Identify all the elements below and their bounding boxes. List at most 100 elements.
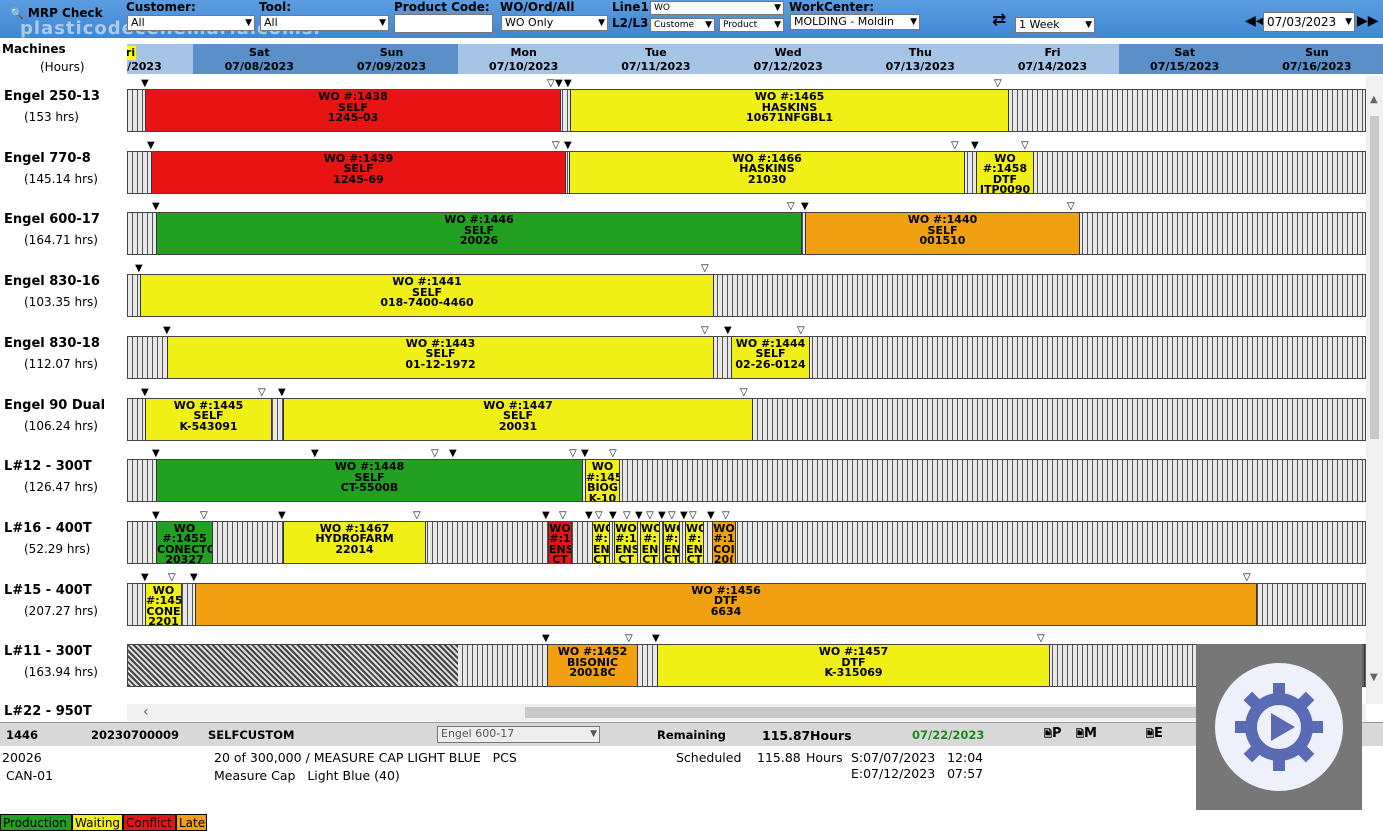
day-date: 07/15/2023: [1150, 60, 1220, 73]
work-order-text: 001510: [919, 234, 966, 248]
scroll-left-icon[interactable]: ‹: [143, 704, 149, 720]
range-select[interactable]: 1 Week ▼: [1015, 17, 1095, 33]
work-order-bar[interactable]: WO #:145 BIOG K-10: [585, 460, 620, 502]
start-marker-icon: ▼: [585, 509, 593, 521]
work-order-text: 20026: [459, 234, 499, 248]
day-date: 07/13/2023: [885, 60, 955, 73]
l3-select[interactable]: Product ▼: [719, 18, 784, 32]
workcenter-select[interactable]: MOLDING - Moldin ▼: [790, 14, 920, 30]
machine-hours: (126.47 hrs): [24, 480, 98, 495]
customer-select[interactable]: All ▼: [127, 15, 255, 31]
workcenter-label: WorkCenter:: [789, 0, 875, 14]
machine-timeline[interactable]: WO #:1452 BISONIC 20018C WO #:1457 DTF K-3150…: [127, 644, 1367, 688]
work-order-bar[interactable]: WO #:1452 BISONIC 20018C: [547, 645, 638, 687]
line1-label: Line1: [612, 0, 649, 14]
work-order-bar[interactable]: WO #:1447 SELF 20031: [283, 398, 753, 440]
detail-info: 20026 20 of 300,000 / MEASURE CAP LIGHT …: [0, 747, 1383, 813]
chevron-down-icon: ▼: [774, 3, 781, 13]
date-select[interactable]: 07/03/2023 ▼: [1263, 12, 1355, 32]
machine-hours: (164.71 hrs): [24, 233, 98, 248]
scroll-down-icon[interactable]: ▼: [1370, 672, 1378, 683]
work-order-bar[interactable]: WO #:1438 SELF 1245-03: [145, 90, 561, 131]
line1-select[interactable]: WO ▼: [650, 1, 784, 15]
end-marker-icon: ▽: [1243, 571, 1251, 583]
work-order-bar[interactable]: WO#:ENCT: [640, 521, 660, 563]
vertical-scrollbar[interactable]: ▲ ▼: [1366, 76, 1383, 704]
start-marker-icon: ▼: [555, 78, 563, 89]
work-order-text: 20(: [713, 553, 735, 563]
print-m-button[interactable]: 🗎M: [1076, 726, 1097, 744]
end-marker-icon: ▽: [797, 324, 805, 336]
end-marker-icon: ▽: [623, 509, 631, 521]
machine-timeline[interactable]: WO #:1443 SELF 01-12-1972 WO #:1444 SELF 02-2…: [127, 335, 1366, 379]
work-order-text: CT: [642, 553, 658, 563]
work-order-bar[interactable]: WO #:1466 HASKINS 21030: [569, 151, 965, 193]
machine-timeline[interactable]: WO #:1445 SELF K-543091 WO #:1447 SELF 20031: [127, 397, 1366, 441]
machine-timeline[interactable]: WO #:1441 SELF 018-7400-4460: [127, 274, 1366, 318]
work-order-bar[interactable]: WO #:145 CONE 2201: [145, 583, 182, 625]
machine-hours: (103.35 hrs): [24, 295, 98, 310]
start-marker-icon: ▼: [581, 448, 589, 460]
work-order-bar[interactable]: WO #:1440 SELF 001510: [805, 213, 1080, 255]
end-marker-icon: ▽: [951, 139, 959, 151]
work-order-text: 20031: [498, 419, 538, 433]
work-order-bar[interactable]: WO#:ENCT: [663, 521, 680, 563]
work-order-bar[interactable]: WO #:1439 SELF 1245-69: [151, 151, 566, 193]
work-order-bar[interactable]: WO #:1458 DTF ITP0090: [976, 151, 1034, 193]
work-order-bar[interactable]: WO #:1456 DTF 6634: [195, 583, 1257, 625]
wo-select[interactable]: WO Only ▼: [501, 15, 608, 31]
work-order-bar[interactable]: WO #:1465 HASKINS 10671NFGBL1: [570, 90, 1009, 131]
work-order-bar[interactable]: WO#:ENCT: [592, 521, 610, 563]
remaining-value: 115.87: [762, 728, 811, 743]
day-date: 07/16/2023: [1282, 60, 1352, 73]
customer-label: Customer:: [126, 0, 196, 14]
machine-timeline[interactable]: WO #:1438 SELF 1245-03 WO #:1465 HASKINS 1067…: [127, 89, 1366, 132]
day-date: 07/08/2023: [224, 60, 294, 73]
machine-timeline[interactable]: WO #:145 CONE 2201 WO #:1456 DTF 6634: [127, 582, 1366, 626]
work-order-bar[interactable]: WO #:1 ENS CT: [614, 521, 638, 563]
l2-select[interactable]: Custome ▼: [650, 18, 715, 32]
chevron-down-icon: ▼: [1345, 17, 1352, 27]
work-order-bar[interactable]: WO#:ENCT: [685, 521, 704, 563]
day-header: Fri07/07/2023: [127, 44, 194, 74]
work-order-bar[interactable]: WO #:1443 SELF 01-12-1972: [167, 336, 714, 378]
next-week-icon[interactable]: ▶▶: [1357, 13, 1379, 29]
scroll-up-icon[interactable]: ▲: [1370, 94, 1378, 105]
work-order-bar[interactable]: WO #:1448 SELF CT-5500B: [156, 460, 583, 502]
work-order-bar[interactable]: WO #:1457 DTF K-315069: [657, 645, 1050, 687]
machine-timeline[interactable]: WO #:1446 SELF 20026 WO #:1440 SELF 001510: [127, 212, 1366, 256]
play-button[interactable]: [1215, 663, 1343, 791]
print-p-button[interactable]: 🗎P: [1044, 726, 1062, 744]
work-order-bar[interactable]: WO #:1446 SELF 20026: [156, 213, 802, 255]
work-order-bar[interactable]: WO #:1444 SELF 02-26-0124: [731, 336, 810, 378]
horizontal-scrollbar[interactable]: ‹ ›: [127, 704, 1366, 721]
refresh-icon[interactable]: ⇄: [992, 10, 1006, 30]
product-code: 20026: [2, 750, 42, 765]
work-order-text: CT: [686, 553, 703, 563]
work-order-bar[interactable]: WO #:1441 SELF 018-7400-4460: [140, 275, 714, 317]
legend-late: Late: [176, 814, 207, 831]
machine-timeline[interactable]: WO #:1455 CONECTO 20327 WO #:1467 HYDROFARM 22…: [127, 520, 1366, 564]
scroll-thumb[interactable]: [1370, 116, 1379, 439]
video-overlay[interactable]: [1196, 644, 1362, 810]
legend-conflict: Conflict: [123, 814, 176, 831]
day-of-week: Tue: [645, 46, 667, 59]
detail-customer: SELFCUSTOM: [208, 728, 295, 742]
work-order-bar[interactable]: WO #:1 ENS CT: [548, 521, 572, 563]
work-order-bar[interactable]: WO #:1445 SELF K-543091: [145, 398, 272, 440]
start-marker-icon: ▼: [141, 571, 149, 583]
print-e-button[interactable]: 🗎E: [1146, 726, 1163, 744]
machine-timeline[interactable]: WO #:1439 SELF 1245-69 WO #:1466 HASKINS 2103…: [127, 150, 1366, 194]
work-order-bar[interactable]: WO #:1467 HYDROFARM 22014: [283, 521, 426, 563]
work-order-text: 1245-03: [327, 111, 379, 124]
document-search-icon: 🗎: [1076, 729, 1085, 740]
machine-timeline[interactable]: WO #:1448 SELF CT-5500B WO #:145 BIOG K-10: [127, 459, 1366, 503]
work-order-text: K-10: [588, 491, 617, 502]
work-order-bar[interactable]: WO #:1 COI 20(: [712, 521, 736, 563]
tool-select[interactable]: All ▼: [260, 15, 389, 31]
machine-select[interactable]: Engel 600-17 ▼: [437, 726, 600, 743]
machine-name: Engel 770-8: [4, 150, 91, 166]
product-code-input[interactable]: [394, 14, 493, 33]
work-order-bar[interactable]: WO #:1455 CONECTO 20327: [156, 521, 213, 563]
start-marker-icon: ▼: [542, 633, 550, 645]
